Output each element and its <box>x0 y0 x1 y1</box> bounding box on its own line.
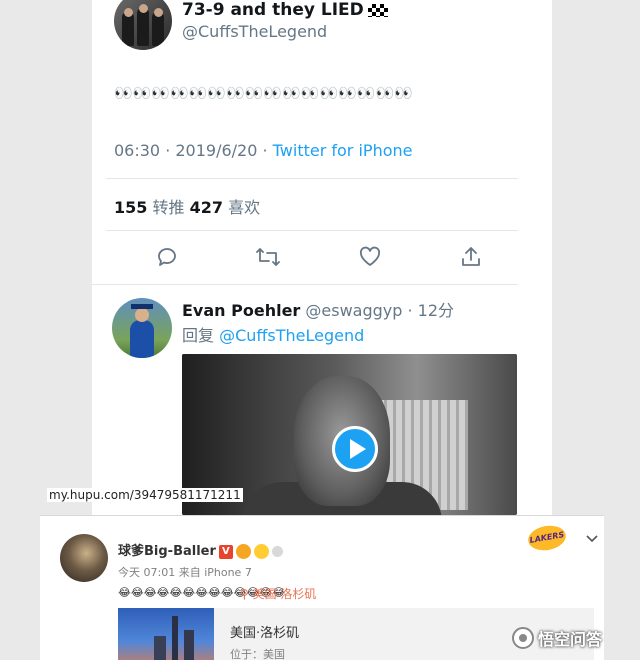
like-button[interactable] <box>357 244 383 270</box>
source-url-overlay: my.hupu.com/39479581171211 <box>47 488 243 502</box>
like-count[interactable]: 427 <box>190 198 223 217</box>
weibo-user[interactable]: 球爹Big-Baller V <box>118 540 283 559</box>
weibo-location-text: 美国·洛杉矶 <box>252 587 317 601</box>
verified-v-icon: V <box>218 544 233 559</box>
reply-to-line: 回复 @CuffsTheLegend <box>182 322 364 346</box>
tweet-timestamp: 06:30 · 2019/6/20 · <box>114 141 273 160</box>
avatar[interactable] <box>114 0 172 50</box>
sunglasses-emoji-icon <box>253 544 269 559</box>
retweet-count[interactable]: 155 <box>114 198 147 217</box>
reply-to-handle[interactable]: @CuffsTheLegend <box>219 326 364 345</box>
heart-icon <box>359 246 380 266</box>
share-button[interactable] <box>458 244 484 270</box>
avatar-figure <box>152 12 164 46</box>
weibo-location-link[interactable]: ⚲ 美国·洛杉矶 <box>240 585 316 602</box>
graduation-gown <box>130 320 154 358</box>
medal-icon <box>271 546 283 557</box>
retweet-label: 转推 <box>147 198 190 217</box>
chevron-down-icon[interactable] <box>584 530 600 546</box>
like-label: 喜欢 <box>223 198 261 217</box>
avatar-figure-head <box>124 8 133 17</box>
watermark-text: 悟空问答 <box>538 630 603 649</box>
share-icon <box>462 247 480 266</box>
weibo-time-source: 今天 07:01 来自 iPhone 7 <box>118 566 252 579</box>
play-icon[interactable] <box>332 426 378 472</box>
avatar-head <box>135 308 149 322</box>
tweet-content: 73-9 and they LIED @CuffsTheLegend 👀👀👀👀👀… <box>92 0 518 515</box>
reply-author[interactable]: Evan Poehler @eswaggyp · 12分 <box>182 297 454 321</box>
divider <box>92 284 518 285</box>
tweet-actions <box>154 244 484 270</box>
tweet-source-link[interactable]: Twitter for iPhone <box>273 141 413 160</box>
watermark-logo-icon <box>512 627 534 649</box>
reply-button[interactable] <box>154 244 180 270</box>
reply-icon <box>158 248 176 266</box>
skyline-building <box>184 630 194 660</box>
reply-avatar[interactable] <box>112 298 172 358</box>
avatar-figure-head <box>139 4 148 13</box>
badge-emoji-icon <box>235 544 251 559</box>
lakers-logo: LAKERS <box>526 522 568 554</box>
tweet-author-name-text: 73-9 and they LIED <box>182 0 364 20</box>
tweet-author-name[interactable]: 73-9 and they LIED <box>182 0 388 20</box>
retweet-icon <box>256 248 281 266</box>
avatar-figure <box>122 12 134 46</box>
tweet-stats: 155 转推 427 喜欢 <box>114 194 260 218</box>
reply-to-prefix: 回复 <box>182 326 220 345</box>
tweet-author-handle[interactable]: @CuffsTheLegend <box>182 22 327 41</box>
city-skyline-image <box>118 608 214 660</box>
checkered-flag-icon <box>367 3 388 17</box>
watermark: 悟空问答 <box>512 626 602 650</box>
avatar-figure-head <box>154 8 163 17</box>
weibo-user-name: 球爹Big-Baller <box>118 544 216 559</box>
reply-handle-time: @eswaggyp · 12分 <box>300 301 455 320</box>
tweet-body: 👀👀👀👀👀👀👀👀👀👀👀👀👀👀👀👀 <box>114 84 413 102</box>
reply-author-name: Evan Poehler <box>182 301 301 320</box>
tweet-card: 73-9 and they LIED @CuffsTheLegend 👀👀👀👀👀… <box>92 0 552 515</box>
tweet-meta: 06:30 · 2019/6/20 · Twitter for iPhone <box>114 141 412 160</box>
location-card-subtitle: 位于：美国 <box>230 648 285 660</box>
graduation-cap <box>131 304 153 309</box>
skyline-building <box>172 616 178 660</box>
divider <box>106 230 518 231</box>
divider <box>106 178 518 179</box>
location-pin-icon: ⚲ <box>240 587 253 601</box>
skyline-building <box>154 636 166 660</box>
retweet-button[interactable] <box>255 244 281 270</box>
weibo-avatar[interactable] <box>60 534 108 582</box>
avatar-figure <box>137 8 149 46</box>
screenshot-collage: 73-9 and they LIED @CuffsTheLegend 👀👀👀👀👀… <box>0 0 640 660</box>
location-card-title: 美国·洛杉矶 <box>230 626 300 641</box>
